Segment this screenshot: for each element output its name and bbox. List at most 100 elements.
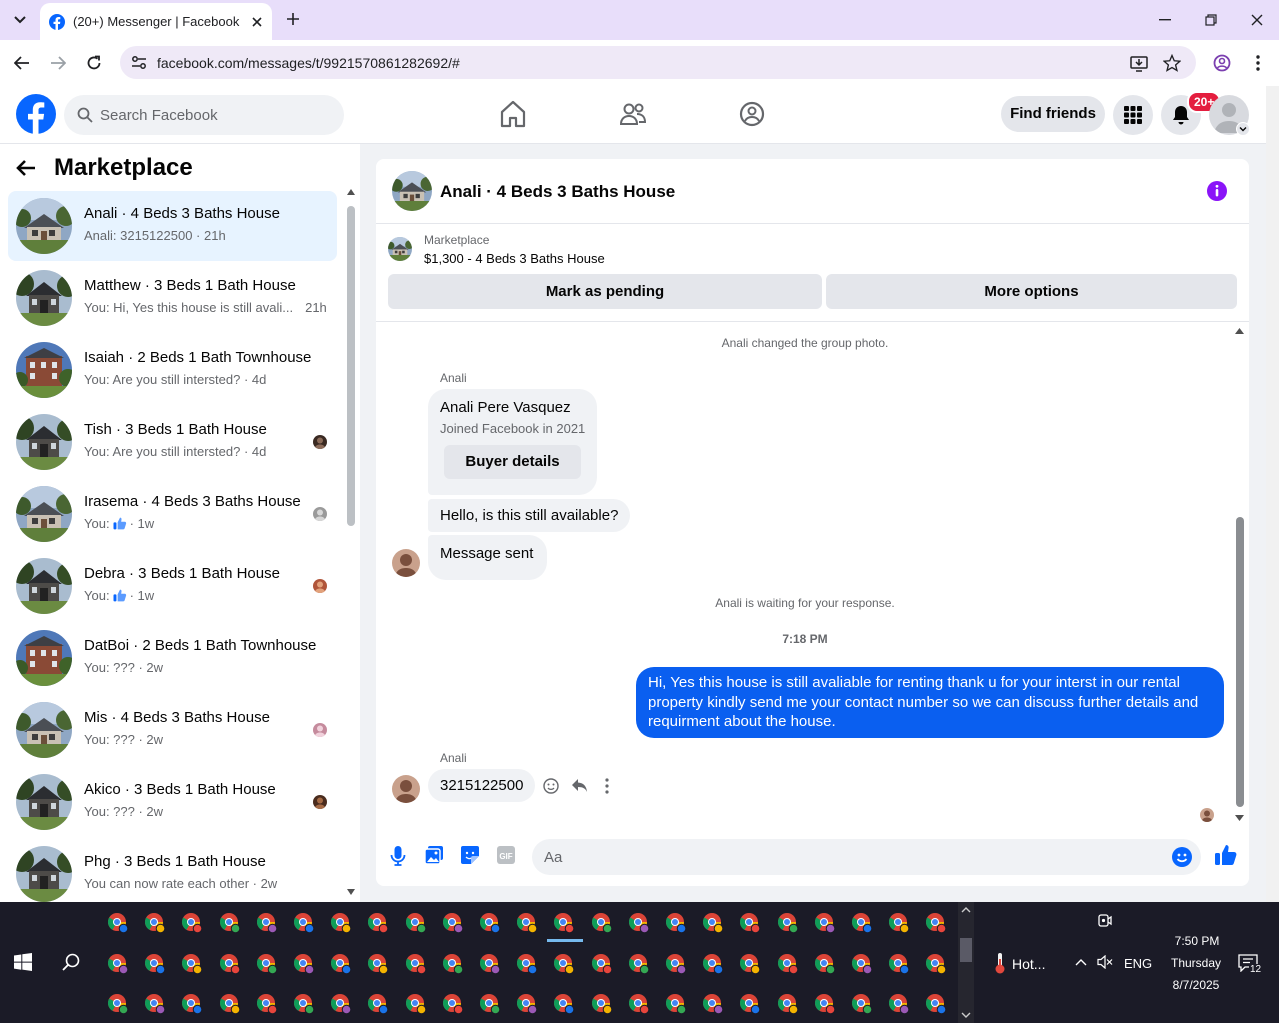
taskbar-app-icon[interactable] bbox=[367, 953, 389, 975]
taskbar-app-icon[interactable] bbox=[777, 993, 799, 1015]
message-bubble[interactable]: 3215122500 bbox=[428, 769, 536, 802]
taskbar-app-icon[interactable] bbox=[181, 993, 203, 1015]
taskbar-app-icon[interactable] bbox=[144, 953, 166, 975]
tab-search-button[interactable] bbox=[8, 8, 32, 32]
taskbar-app-icon[interactable] bbox=[516, 912, 538, 934]
taskbar-app-icon[interactable] bbox=[851, 953, 873, 975]
taskbar-app-icon[interactable] bbox=[330, 993, 352, 1015]
taskbar-app-icon[interactable] bbox=[293, 912, 315, 934]
chevron-up-icon[interactable] bbox=[1075, 958, 1087, 966]
browser-tab[interactable]: (20+) Messenger | Facebook bbox=[40, 3, 272, 40]
more-actions-icon[interactable] bbox=[605, 778, 609, 794]
scroll-up-arrow[interactable] bbox=[347, 189, 355, 197]
groups-icon[interactable] bbox=[739, 100, 765, 128]
scroll-down-arrow[interactable] bbox=[347, 889, 355, 897]
weather-text[interactable]: Hot... bbox=[1012, 956, 1045, 972]
windows-start-icon[interactable] bbox=[14, 953, 32, 971]
conversation-item[interactable]: Anali · 4 Beds 3 Baths House Anali: 32151… bbox=[8, 191, 337, 261]
home-icon[interactable] bbox=[500, 100, 526, 128]
taskbar-app-icon[interactable] bbox=[516, 993, 538, 1015]
close-window-button[interactable] bbox=[1243, 6, 1271, 34]
taskbar-app-icon[interactable] bbox=[591, 953, 613, 975]
clock-day[interactable]: Thursday bbox=[1163, 956, 1229, 970]
taskbar-app-icon[interactable] bbox=[219, 912, 241, 934]
taskbar-app-icon[interactable] bbox=[851, 912, 873, 934]
taskbar-app-icon[interactable] bbox=[330, 953, 352, 975]
conversation-item[interactable]: Matthew · 3 Beds 1 Bath House You: Hi, Ye… bbox=[8, 263, 337, 333]
taskbar-app-icon[interactable] bbox=[814, 953, 836, 975]
more-options-button[interactable]: More options bbox=[826, 274, 1237, 309]
reply-arrow-icon[interactable] bbox=[571, 778, 588, 793]
gif-icon[interactable]: GIF bbox=[497, 846, 515, 864]
speaker-muted-icon[interactable] bbox=[1097, 955, 1113, 969]
message-bubble[interactable]: Message sent bbox=[428, 535, 548, 580]
conversation-item[interactable]: Mis · 4 Beds 3 Baths House You: ??? · 2w bbox=[8, 695, 337, 765]
taskbar-app-icon[interactable] bbox=[777, 953, 799, 975]
menu-button[interactable] bbox=[1113, 95, 1153, 135]
taskbar-app-icon[interactable] bbox=[367, 993, 389, 1015]
taskbar-app-icon[interactable] bbox=[144, 993, 166, 1015]
taskbar-app-icon[interactable] bbox=[888, 953, 910, 975]
taskbar-app-icon[interactable] bbox=[256, 912, 278, 934]
taskbar-app-icon[interactable] bbox=[479, 993, 501, 1015]
taskbar-app-icon[interactable] bbox=[814, 993, 836, 1015]
taskbar-app-icon[interactable] bbox=[330, 912, 352, 934]
taskbar-app-icon[interactable] bbox=[442, 912, 464, 934]
back-button[interactable] bbox=[10, 51, 34, 75]
taskbar-app-icon[interactable] bbox=[219, 953, 241, 975]
profile-button[interactable] bbox=[1210, 51, 1234, 75]
triangle-up-icon[interactable] bbox=[1235, 328, 1244, 334]
message-input[interactable]: Aa bbox=[532, 839, 1201, 875]
sticker-icon[interactable] bbox=[461, 846, 479, 864]
triangle-down-icon[interactable] bbox=[1235, 815, 1244, 821]
sender-avatar[interactable] bbox=[392, 775, 420, 803]
taskbar-app-icon[interactable] bbox=[181, 953, 203, 975]
taskbar-app-icon[interactable] bbox=[107, 912, 129, 934]
buyer-details-button[interactable]: Buyer details bbox=[444, 445, 581, 479]
taskbar-app-icon[interactable] bbox=[925, 912, 947, 934]
reload-button[interactable] bbox=[82, 51, 106, 75]
taskbar-app-icon[interactable] bbox=[739, 912, 761, 934]
taskbar-app-icon[interactable] bbox=[516, 953, 538, 975]
find-friends-button[interactable]: Find friends bbox=[1001, 96, 1105, 132]
taskbar-app-icon[interactable] bbox=[479, 912, 501, 934]
taskbar-app-icon[interactable] bbox=[405, 912, 427, 934]
taskbar-app-icon[interactable] bbox=[888, 912, 910, 934]
conversation-item[interactable]: DatBoi · 2 Beds 1 Bath Townhouse You: ???… bbox=[8, 623, 337, 693]
friends-icon[interactable] bbox=[620, 100, 646, 128]
taskbar-scroll[interactable] bbox=[958, 902, 974, 1023]
info-icon[interactable] bbox=[1207, 181, 1227, 201]
taskbar-app-icon[interactable] bbox=[293, 993, 315, 1015]
outgoing-message-bubble[interactable]: Hi, Yes this house is still avaliable fo… bbox=[636, 667, 1224, 738]
taskbar-app-icon[interactable] bbox=[591, 993, 613, 1015]
chat-title[interactable]: Anali · 4 Beds 3 Baths House bbox=[440, 182, 675, 202]
taskbar-app-icon[interactable] bbox=[739, 993, 761, 1015]
taskbar-app-icon[interactable] bbox=[367, 912, 389, 934]
taskbar-app-icon[interactable] bbox=[256, 953, 278, 975]
account-dropdown[interactable] bbox=[1236, 122, 1250, 136]
language-indicator[interactable]: ENG bbox=[1124, 956, 1152, 971]
search-facebook-input[interactable]: Search Facebook bbox=[64, 95, 344, 135]
conversation-item[interactable]: Phg · 3 Beds 1 Bath House You can now rat… bbox=[8, 839, 337, 909]
taskbar-app-icon[interactable] bbox=[628, 993, 650, 1015]
taskbar-app-icon[interactable] bbox=[814, 912, 836, 934]
taskbar-app-icon[interactable] bbox=[851, 993, 873, 1015]
react-smiley-icon[interactable] bbox=[543, 778, 559, 794]
clock-date[interactable]: 8/7/2025 bbox=[1163, 978, 1229, 992]
taskbar-app-icon[interactable] bbox=[665, 993, 687, 1015]
taskbar-app-icon[interactable] bbox=[925, 953, 947, 975]
taskbar-app-icon[interactable] bbox=[442, 993, 464, 1015]
conversation-item[interactable]: Akico · 3 Beds 1 Bath House You: ??? · 2w bbox=[8, 767, 337, 837]
sender-avatar[interactable] bbox=[392, 549, 420, 577]
page-scrollbar[interactable] bbox=[1266, 86, 1279, 902]
emoji-icon[interactable] bbox=[1172, 847, 1192, 867]
taskbar-app-icon[interactable] bbox=[665, 953, 687, 975]
taskbar-app-icon[interactable] bbox=[702, 993, 724, 1015]
taskbar-app-icon[interactable] bbox=[591, 912, 613, 934]
message-bubble[interactable]: Hello, is this still available? bbox=[428, 499, 631, 532]
conversation-item[interactable]: Isaiah · 2 Beds 1 Bath Townhouse You: Are… bbox=[8, 335, 337, 405]
minimize-button[interactable] bbox=[1151, 6, 1179, 34]
taskbar-app-icon[interactable] bbox=[628, 912, 650, 934]
taskbar-app-icon[interactable] bbox=[702, 953, 724, 975]
site-info-icon[interactable] bbox=[130, 54, 148, 72]
